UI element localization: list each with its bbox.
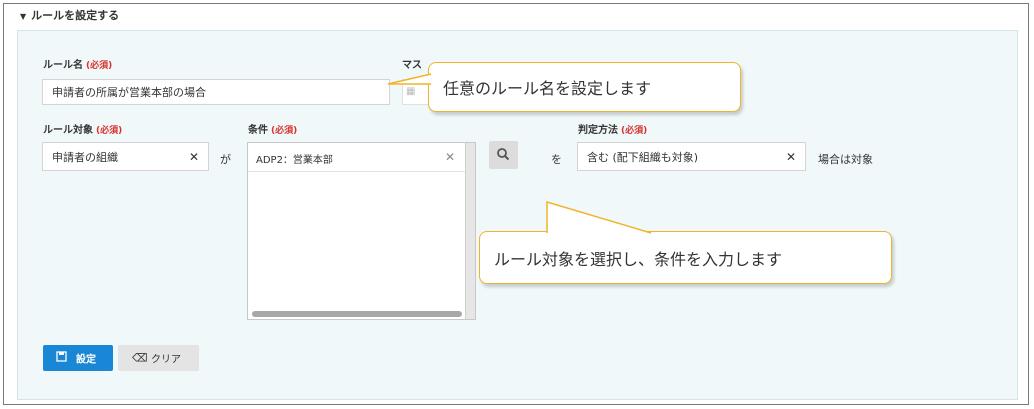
required-mark: (必須) [96,126,123,136]
judgment-value: 含む (配下組織も対象) [587,150,699,164]
rule-name-value: 申請者の所属が営業本部の場合 [52,86,206,99]
judgment-select[interactable]: 含む (配下組織も対象) ✕ [577,142,806,171]
rule-name-label: ルール名 (必須) [43,56,112,71]
clear-button[interactable]: ⌫ クリア [118,345,199,371]
rule-name-label-text: ルール名 [43,60,83,71]
condition-item-text: ADP2：営業本部 [256,155,333,166]
judgment-label-text: 判定方法 [578,125,618,136]
condition-label: 条件 (必須) [248,121,297,136]
callout-pointer [546,200,652,234]
rule-target-select[interactable]: 申請者の組織 ✕ [42,142,209,171]
required-mark: (必須) [271,126,298,136]
judgment-label: 判定方法 (必須) [578,121,647,136]
set-button-label: 設定 [76,354,96,366]
connector-ga: が [220,153,231,166]
search-button[interactable] [489,141,518,169]
required-mark: (必須) [86,61,113,71]
condition-item[interactable]: ADP2：営業本部 ✕ [248,143,465,172]
rule-target-callout: ルール対象を選択し、条件を入力します [479,231,892,284]
rule-name-input[interactable]: 申請者の所属が営業本部の場合 [42,79,390,105]
callout-pointer [387,73,432,85]
connector-wo: を [551,153,562,166]
clear-icon[interactable]: ✕ [189,150,199,164]
rule-name-callout-text: 任意のルール名を設定します [443,79,652,98]
save-icon [56,351,67,365]
eraser-icon: ⌫ [132,351,148,365]
remove-icon[interactable]: ✕ [445,150,455,164]
section-title: ルールを設定する [31,9,120,22]
target-suffix: 場合は対象 [818,153,873,166]
condition-label-text: 条件 [248,125,268,136]
rule-name-callout: 任意のルール名を設定します [428,62,741,112]
vertical-scrollbar[interactable] [465,143,475,319]
clear-icon[interactable]: ✕ [786,150,796,164]
condition-listbox[interactable]: ADP2：営業本部 ✕ [247,142,476,320]
set-button[interactable]: 設定 [43,345,113,371]
mask-label: マス [402,60,422,71]
rule-target-value: 申請者の組織 [52,150,118,164]
section-header[interactable]: ▼ ルールを設定する [20,7,119,23]
clear-button-label: クリア [151,354,181,366]
search-icon [497,148,510,161]
rule-target-label-text: ルール対象 [43,125,93,136]
rule-target-label: ルール対象 (必須) [43,121,122,136]
rule-target-callout-text: ルール対象を選択し、条件を入力します [494,249,783,269]
required-mark: (必須) [621,126,648,136]
triangle-down-icon[interactable]: ▼ [20,12,26,21]
horizontal-scrollbar[interactable] [252,311,462,317]
